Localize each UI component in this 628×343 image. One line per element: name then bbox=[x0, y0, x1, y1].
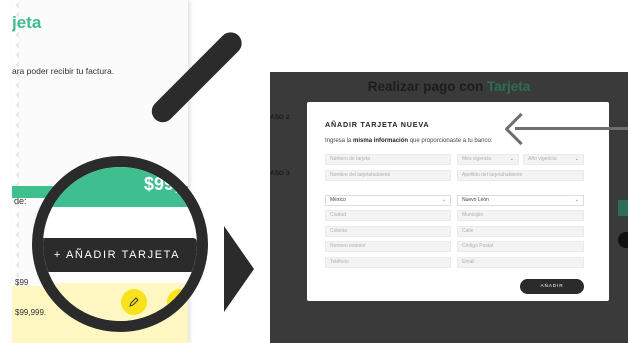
step-label: ASO 2 bbox=[270, 114, 290, 121]
street-input[interactable]: Calle bbox=[457, 226, 584, 237]
state-select[interactable]: Nuevo León ⌄ bbox=[457, 195, 584, 206]
payment-screen: Realizar pago con Tarjeta ASO 2 ASO 3 AÑ… bbox=[270, 72, 628, 343]
modal-title: AÑADIR TARJETA NUEVA bbox=[325, 120, 430, 129]
expiry-month-select[interactable]: Mes vigencia ⌄ bbox=[457, 154, 519, 165]
add-card-button[interactable]: + AÑADIR TARJETA bbox=[43, 238, 197, 272]
magnifier-lens: $99,9 + AÑADIR TARJETA bbox=[32, 156, 208, 332]
municipality-input[interactable]: Municipio bbox=[457, 210, 584, 221]
play-arrow-icon bbox=[224, 226, 254, 312]
payment-title: Realizar pago con Tarjeta bbox=[270, 79, 628, 94]
receipt-subtitle: ara poder recibir tu factura. bbox=[12, 66, 115, 76]
receipt-label: de: bbox=[14, 196, 27, 206]
chevron-down-icon: ⌄ bbox=[509, 156, 514, 162]
country-select[interactable]: México ⌄ bbox=[325, 195, 451, 206]
exterior-number-input[interactable]: Numero exterior bbox=[325, 241, 451, 252]
lens-total-bar: $99,9 bbox=[43, 167, 197, 207]
chevron-down-icon: ⌄ bbox=[441, 197, 446, 203]
payment-title-prefix: Realizar pago con bbox=[367, 79, 484, 94]
background-chip bbox=[618, 200, 628, 216]
payment-title-accent: Tarjeta bbox=[487, 79, 531, 94]
add-card-submit-button[interactable]: AÑADIR bbox=[520, 279, 584, 294]
expiry-year-label: Año vigencia bbox=[528, 156, 557, 162]
postal-code-input[interactable]: Código Postal bbox=[457, 241, 584, 252]
add-card-modal: AÑADIR TARJETA NUEVA Ingresa la misma in… bbox=[307, 102, 609, 301]
card-number-input[interactable]: Número de tarjeta bbox=[325, 154, 451, 165]
chevron-down-icon: ⌄ bbox=[574, 156, 579, 162]
modal-description-prefix: Ingresa la bbox=[325, 138, 352, 144]
modal-description: Ingresa la misma información que proporc… bbox=[325, 138, 492, 144]
chevron-down-icon: ⌄ bbox=[574, 197, 579, 203]
receipt-amount: $99,999. bbox=[15, 308, 47, 317]
lens-price: $99,9 bbox=[143, 174, 189, 194]
pointer-arrow-line bbox=[515, 127, 628, 130]
modal-description-suffix: que proporcionaste a tu banco: bbox=[409, 138, 493, 144]
background-dot bbox=[618, 232, 628, 248]
edit-pencil-icon[interactable] bbox=[121, 289, 147, 315]
expiry-month-label: Mes vigencia bbox=[462, 156, 492, 162]
step-label: ASO 3 bbox=[270, 170, 290, 177]
cardholder-surname-input[interactable]: Apellido del tarjetahabiente bbox=[457, 170, 584, 181]
state-value: Nuevo León bbox=[462, 197, 489, 203]
modal-description-bold: misma información bbox=[353, 138, 409, 144]
pencil-icon bbox=[129, 297, 139, 307]
edit-pencil-icon[interactable] bbox=[167, 289, 193, 315]
expiry-year-select[interactable]: Año vigencia ⌄ bbox=[523, 154, 584, 165]
receipt-amount: $99 bbox=[15, 278, 29, 287]
phone-input[interactable]: Teléfono bbox=[325, 257, 451, 268]
cardholder-name-input[interactable]: Nombre del tarjetahabiente bbox=[325, 170, 451, 181]
city-input[interactable]: Ciudad bbox=[325, 210, 451, 221]
email-input[interactable]: Email bbox=[457, 257, 584, 268]
country-value: México bbox=[330, 197, 346, 203]
receipt-title: jeta bbox=[12, 13, 42, 32]
neighborhood-input[interactable]: Colonia bbox=[325, 226, 451, 237]
